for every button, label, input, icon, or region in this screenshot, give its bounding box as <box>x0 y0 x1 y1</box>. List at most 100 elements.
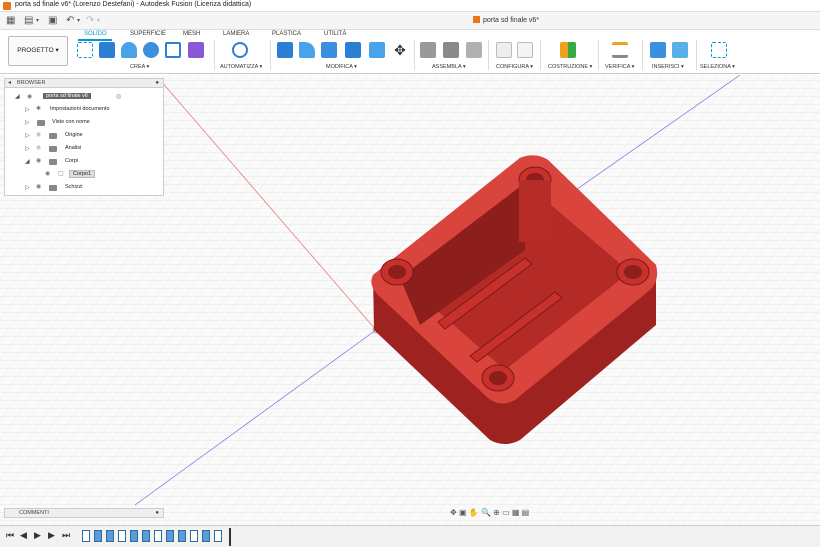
timeline-prev-icon[interactable]: ◀ <box>20 530 27 541</box>
configure-table-icon[interactable] <box>517 42 533 58</box>
expand-views-icon[interactable]: ▷ <box>25 119 30 126</box>
insert-image-icon[interactable] <box>672 42 688 58</box>
timeline-marker[interactable] <box>229 528 231 546</box>
browser-item-sketches[interactable]: Schizzi <box>65 183 82 192</box>
as-built-joint-icon[interactable] <box>466 42 482 58</box>
shell-icon[interactable] <box>321 42 337 58</box>
timeline-sketch-icon[interactable] <box>82 530 90 542</box>
collapse-browser-icon[interactable]: ◂ <box>8 79 11 88</box>
zoom-icon[interactable]: 🔍 <box>481 508 491 517</box>
pan-icon[interactable]: ✋ <box>469 508 479 517</box>
redo-icon[interactable]: ↷ <box>86 15 94 27</box>
save-icon[interactable]: ▣ <box>48 15 57 27</box>
timeline-first-icon[interactable]: ⏮ <box>6 530 14 541</box>
configure-icon[interactable] <box>496 42 512 58</box>
visibility-icon[interactable]: ◉ <box>36 131 41 138</box>
joint-icon[interactable] <box>443 42 459 58</box>
automate-icon[interactable] <box>232 42 248 58</box>
combine-icon[interactable] <box>345 42 361 58</box>
hole-icon[interactable] <box>143 42 159 58</box>
group-seleziona[interactable]: SELEZIONA ▾ <box>700 64 735 70</box>
expand-analysis-icon[interactable]: ▷ <box>25 145 30 152</box>
collapse-bodies-icon[interactable]: ◢ <box>25 158 30 165</box>
timeline-next-icon[interactable]: ▶ <box>48 530 55 541</box>
timeline-play-icon[interactable]: ▶ <box>34 530 41 541</box>
comments-panel[interactable]: COMMENTI ● <box>4 508 164 518</box>
create-form-icon[interactable] <box>188 42 204 58</box>
construction-plane-icon[interactable] <box>560 42 576 58</box>
workspace-button[interactable]: PROGETTO ▾ <box>8 36 68 66</box>
group-crea[interactable]: CREA ▾ <box>130 64 149 70</box>
new-component-icon[interactable] <box>420 42 436 58</box>
look-at-icon[interactable]: ▣ <box>459 508 467 517</box>
file-dropdown-icon[interactable]: ▾ <box>36 15 39 27</box>
browser-item-settings[interactable]: Impostazioni documento <box>50 105 110 114</box>
timeline-feature-icon[interactable] <box>166 530 174 542</box>
viewports-icon[interactable]: ▤ <box>522 508 530 517</box>
timeline-feature-icon[interactable] <box>142 530 150 542</box>
move-icon[interactable]: ✥ <box>392 42 408 58</box>
activate-icon[interactable]: ◎ <box>116 93 121 100</box>
press-pull-icon[interactable] <box>277 42 293 58</box>
visibility-icon[interactable]: ◉ <box>36 183 41 190</box>
revolve-icon[interactable] <box>121 42 137 58</box>
timeline-feature-icon[interactable] <box>202 530 210 542</box>
browser-pin-icon[interactable]: ● <box>155 79 159 88</box>
apps-grid-icon[interactable]: ▦ <box>6 15 15 27</box>
expand-root-icon[interactable]: ◢ <box>15 93 20 100</box>
undo-icon[interactable]: ↶ <box>66 15 74 27</box>
tab-plastica[interactable]: PLASTICA <box>272 31 301 37</box>
offset-face-icon[interactable] <box>369 42 385 58</box>
visibility-icon[interactable]: ◉ <box>36 157 41 164</box>
group-verifica[interactable]: VERIFICA ▾ <box>605 64 634 70</box>
expand-settings-icon[interactable]: ▷ <box>25 106 30 113</box>
group-modifica[interactable]: MODIFICA ▾ <box>326 64 357 70</box>
tab-solido[interactable]: SOLIDO <box>84 31 107 37</box>
expand-origin-icon[interactable]: ▷ <box>25 132 30 139</box>
browser-item-views[interactable]: Viste con nome <box>52 118 90 127</box>
group-inserisci[interactable]: INSERISCI ▾ <box>652 64 684 70</box>
visibility-icon[interactable]: ◉ <box>45 170 50 177</box>
pattern-icon[interactable] <box>165 42 181 58</box>
browser-item-analysis[interactable]: Analisi <box>65 144 81 153</box>
extrude-icon[interactable] <box>99 42 115 58</box>
create-sketch-icon[interactable] <box>77 42 93 58</box>
timeline-feature-icon[interactable] <box>130 530 138 542</box>
file-menu-icon[interactable]: ▤ <box>24 15 33 27</box>
timeline-sketch-icon[interactable] <box>154 530 162 542</box>
group-automatizza[interactable]: AUTOMATIZZA ▾ <box>220 64 262 70</box>
timeline-feature-icon[interactable] <box>178 530 186 542</box>
timeline-sketch-icon[interactable] <box>118 530 126 542</box>
timeline-sketch-icon[interactable] <box>190 530 198 542</box>
browser-item-bodies[interactable]: Corpi <box>65 157 78 166</box>
tab-mesh[interactable]: MESH <box>183 31 200 37</box>
comments-add-icon[interactable]: ● <box>155 509 159 518</box>
tab-superficie[interactable]: SUPERFICIE <box>130 31 166 37</box>
grid-settings-icon[interactable]: ▦ <box>512 508 520 517</box>
undo-dropdown-icon[interactable]: ▾ <box>77 15 80 27</box>
group-configura[interactable]: CONFIGURA ▾ <box>496 64 533 70</box>
orbit-icon[interactable]: ✥ <box>450 508 457 517</box>
fillet-icon[interactable] <box>299 42 315 58</box>
group-assembla[interactable]: ASSEMBLA ▾ <box>432 64 466 70</box>
document-tab[interactable]: porta sd finale v6* <box>473 16 539 24</box>
tab-lamiera[interactable]: LAMIERA <box>223 31 249 37</box>
timeline-last-icon[interactable]: ⏭ <box>62 530 70 541</box>
browser-item-origin[interactable]: Origine <box>65 131 83 140</box>
timeline-sketch-icon[interactable] <box>214 530 222 542</box>
insert-derive-icon[interactable] <box>650 42 666 58</box>
timeline-feature-icon[interactable] <box>106 530 114 542</box>
group-costruzione[interactable]: COSTRUZIONE ▾ <box>548 64 592 70</box>
visibility-icon[interactable]: ◉ <box>27 93 32 100</box>
browser-item-corpo1[interactable]: Corpo1 <box>69 170 96 179</box>
display-settings-icon[interactable]: ▭ <box>502 508 510 517</box>
expand-sketches-icon[interactable]: ▷ <box>25 184 30 191</box>
fit-icon[interactable]: ⊕ <box>493 508 500 517</box>
redo-dropdown-icon[interactable]: ▾ <box>97 15 100 27</box>
visibility-icon[interactable]: ◉ <box>36 144 41 151</box>
tab-utilita[interactable]: UTILITÀ <box>324 31 346 37</box>
measure-icon[interactable] <box>612 42 628 58</box>
browser-root-node[interactable]: porta sd finale v6 <box>43 92 91 101</box>
browser-header[interactable]: ◂ BROWSER ● <box>5 79 163 88</box>
select-icon[interactable] <box>711 42 727 58</box>
